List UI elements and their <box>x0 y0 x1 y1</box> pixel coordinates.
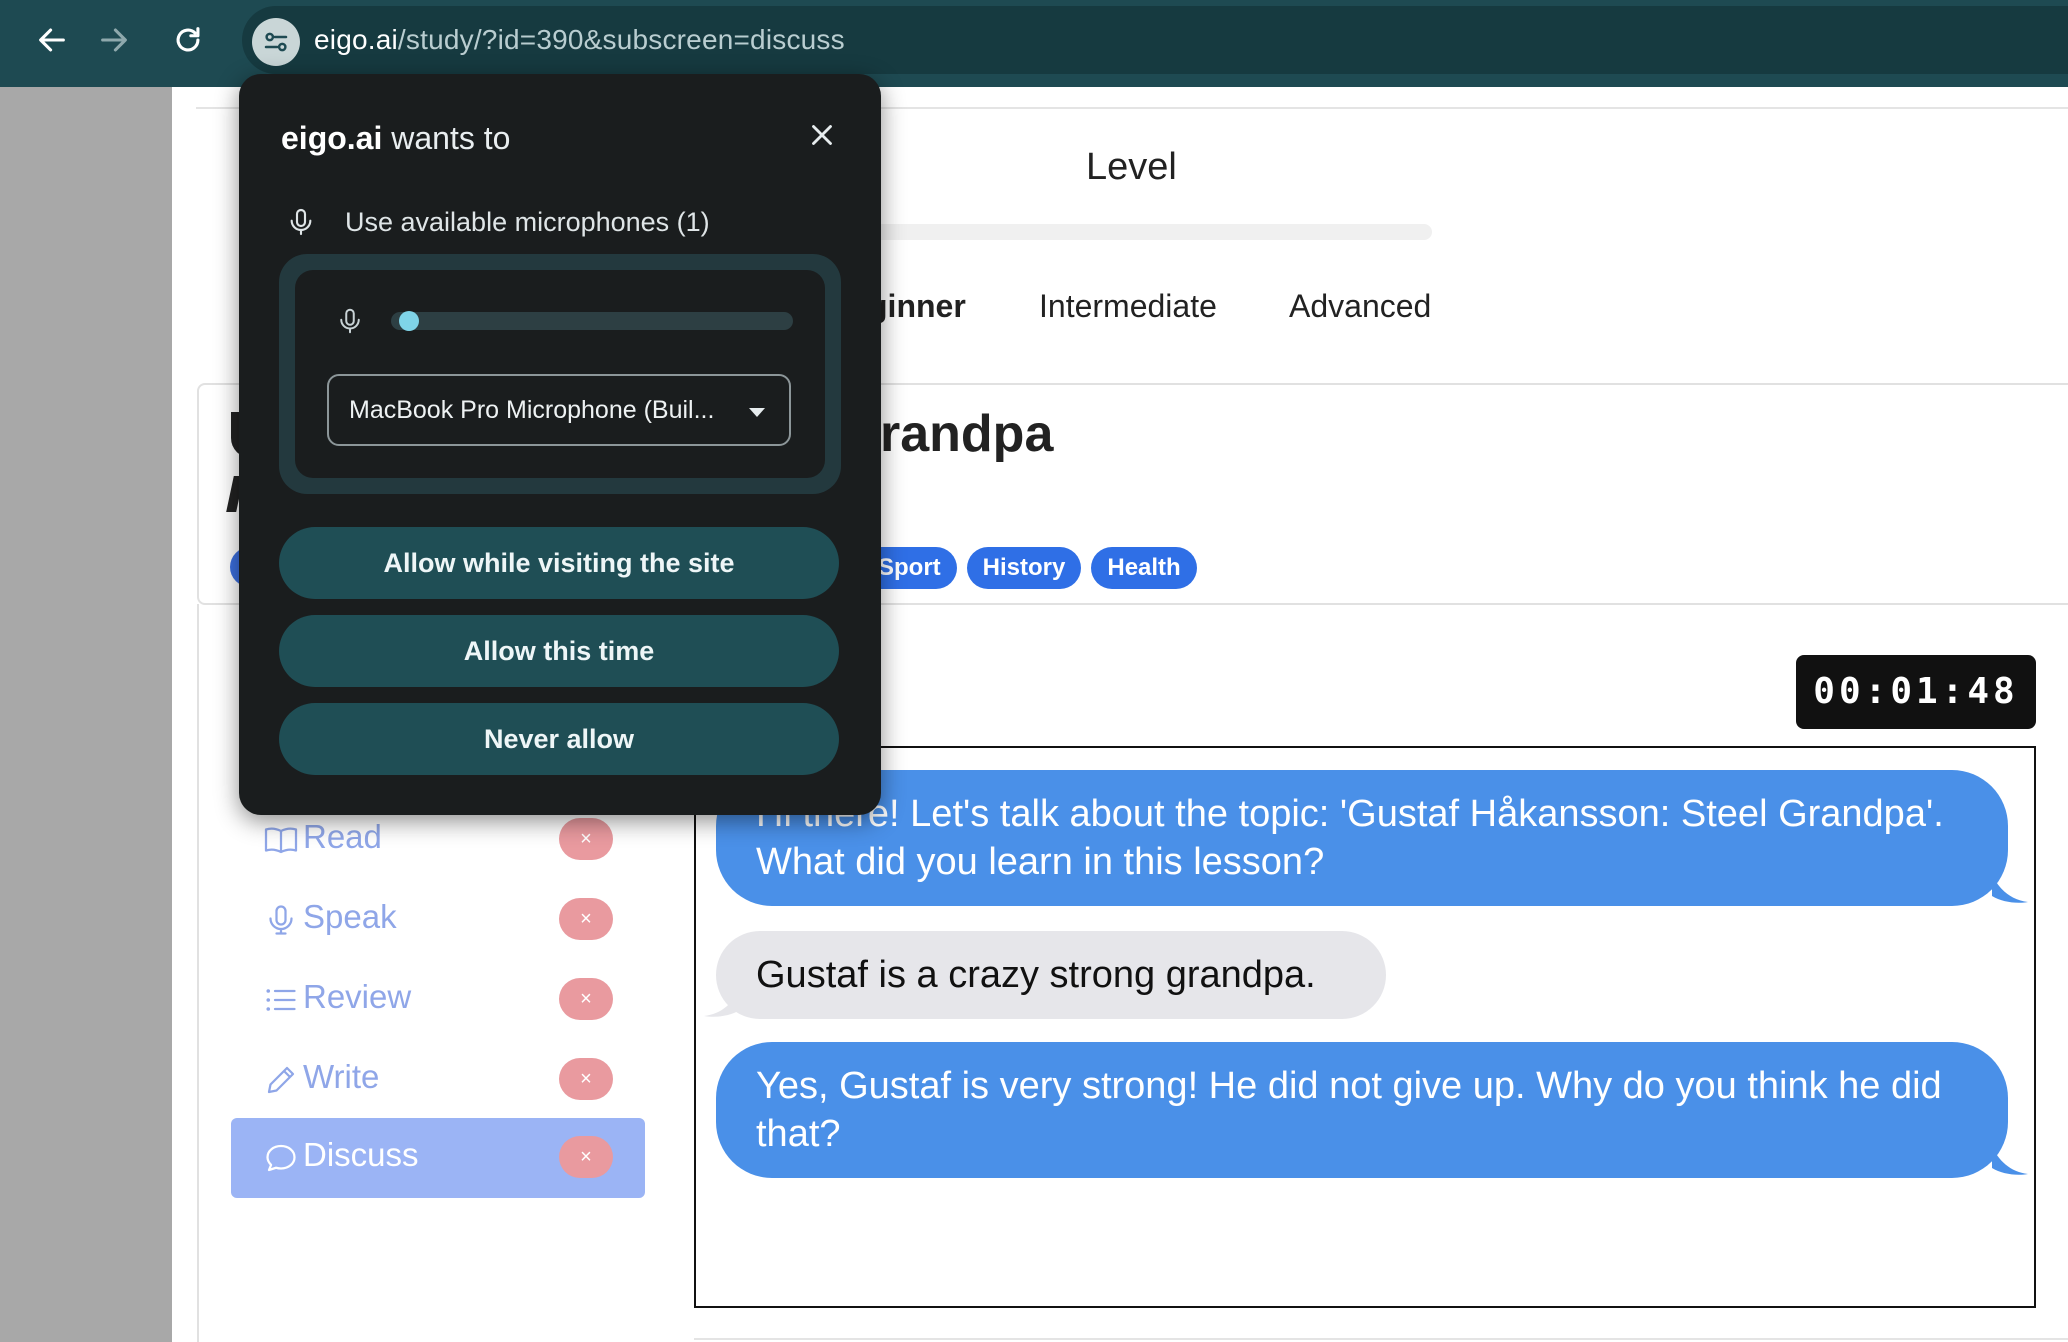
url-path: /study/?id=390&subscreen=discuss <box>397 24 845 55</box>
nav-item-discuss[interactable]: Discuss × <box>231 1118 645 1198</box>
lesson-tags: Sport History Health <box>862 547 1197 589</box>
dialog-title-suffix: wants to <box>382 120 511 156</box>
level-option-intermediate[interactable]: Intermediate <box>1039 288 1217 325</box>
level-option-advanced[interactable]: Advanced <box>1289 288 1431 325</box>
remove-review-button[interactable]: × <box>559 978 613 1020</box>
book-icon <box>263 822 299 858</box>
lesson-title: randpa <box>880 405 1054 463</box>
permission-row: Use available microphones (1) <box>285 202 710 242</box>
nav-label-write: Write <box>303 1058 380 1095</box>
level-progress-track <box>860 224 1432 240</box>
chat-panel: Hi there! Let's talk about the topic: 'G… <box>694 746 2036 1308</box>
microphone-icon <box>263 902 299 938</box>
arrow-right-icon <box>101 28 127 52</box>
mic-level-meter <box>391 311 793 331</box>
bubble-tail-icon <box>1992 1146 2028 1175</box>
reload-icon <box>176 27 200 52</box>
tag-health[interactable]: Health <box>1091 547 1197 589</box>
dialog-site: eigo.ai <box>281 120 383 156</box>
nav-label-discuss: Discuss <box>303 1136 419 1173</box>
level-heading: Level <box>1086 146 1177 188</box>
chat-bubble-icon <box>263 1140 299 1176</box>
mic-level-indicator <box>399 311 419 331</box>
never-allow-button[interactable]: Never allow <box>279 703 839 775</box>
remove-speak-button[interactable]: × <box>559 898 613 940</box>
remove-write-button[interactable]: × <box>559 1058 613 1100</box>
chat-message-user: Gustaf is a crazy strong grandpa. <box>716 931 1386 1019</box>
arrow-left-icon <box>39 28 65 52</box>
nav-label-review: Review <box>303 978 412 1015</box>
dialog-title: eigo.ai wants to <box>281 120 510 157</box>
reload-button[interactable] <box>158 14 218 66</box>
permission-text: Use available microphones (1) <box>345 206 710 237</box>
microphone-icon <box>335 306 365 336</box>
microphone-select-value: MacBook Pro Microphone (Buil... <box>349 396 715 424</box>
remove-discuss-button[interactable]: × <box>559 1136 613 1178</box>
tune-icon <box>264 32 288 52</box>
back-button[interactable] <box>22 14 82 66</box>
microphone-select[interactable]: MacBook Pro Microphone (Buil... <box>327 374 791 446</box>
close-button[interactable] <box>805 118 839 152</box>
tag-history[interactable]: History <box>966 547 1082 589</box>
caret-down-icon <box>749 408 765 417</box>
bubble-tail-icon <box>1992 874 2028 903</box>
chat-message-bot: Hi there! Let's talk about the topic: 'G… <box>716 770 2008 906</box>
microphone-icon <box>290 208 312 236</box>
nav-item-review[interactable]: Review × <box>231 960 645 1040</box>
allow-while-visiting-button[interactable]: Allow while visiting the site <box>279 527 839 599</box>
nav-item-write[interactable]: Write × <box>231 1040 645 1120</box>
bubble-tail-icon <box>704 988 740 1017</box>
page-gutter <box>0 87 172 1342</box>
url-host: eigo.ai <box>314 24 398 55</box>
site-info-button[interactable] <box>252 18 300 66</box>
address-bar[interactable]: eigo.ai/study/?id=390&subscreen=discuss <box>242 6 2068 74</box>
forward-button[interactable] <box>84 14 144 66</box>
nav-item-speak[interactable]: Speak × <box>231 880 645 960</box>
list-icon <box>263 982 299 1018</box>
allow-this-time-button[interactable]: Allow this time <box>279 615 839 687</box>
nav-label-speak: Speak <box>303 898 397 935</box>
chat-message-bot: Yes, Gustaf is very strong! He did not g… <box>716 1042 2008 1178</box>
close-icon <box>812 125 832 145</box>
nav-label-read: Read <box>303 818 382 855</box>
pencil-icon <box>263 1062 299 1098</box>
url-text[interactable]: eigo.ai/study/?id=390&subscreen=discuss <box>314 24 845 56</box>
level-option-beginner[interactable]: ginner <box>868 288 966 325</box>
session-timer: 00:01:48 <box>1796 655 2036 729</box>
divider <box>694 1338 2068 1340</box>
remove-read-button[interactable]: × <box>559 818 613 860</box>
